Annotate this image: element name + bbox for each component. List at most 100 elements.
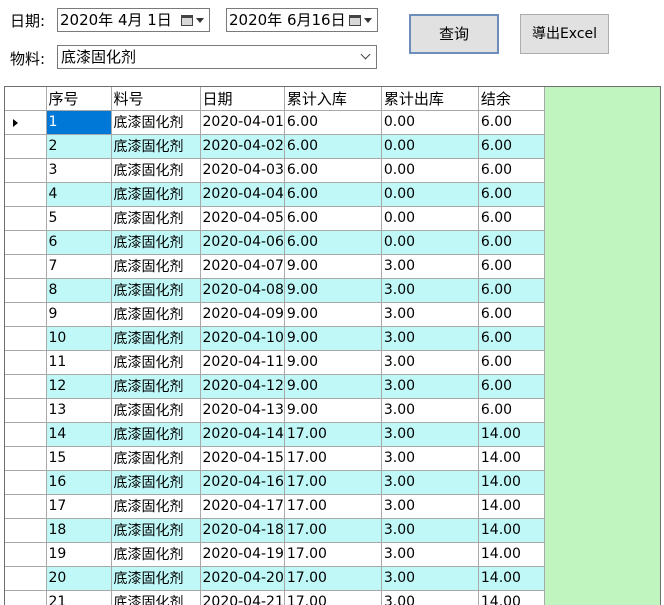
- table-cell[interactable]: 6.00: [478, 398, 545, 423]
- table-cell[interactable]: 9.00: [284, 374, 382, 399]
- query-button[interactable]: 查询: [409, 14, 499, 54]
- export-excel-button[interactable]: 導出Excel: [520, 14, 609, 54]
- table-cell[interactable]: 底漆固化剂: [111, 422, 201, 447]
- table-cell[interactable]: 2020-04-18: [200, 518, 285, 543]
- row-header[interactable]: [5, 446, 47, 471]
- column-header[interactable]: 料号: [111, 87, 201, 111]
- row-header[interactable]: [5, 110, 47, 135]
- calendar-icon[interactable]: [181, 15, 193, 26]
- table-cell[interactable]: 17: [46, 494, 112, 519]
- table-cell[interactable]: 底漆固化剂: [111, 110, 201, 135]
- table-cell[interactable]: 3.00: [381, 254, 479, 279]
- table-cell[interactable]: 底漆固化剂: [111, 182, 201, 207]
- table-cell[interactable]: 3.00: [381, 422, 479, 447]
- table-cell[interactable]: 3.00: [381, 446, 479, 471]
- table-cell[interactable]: 底漆固化剂: [111, 302, 201, 327]
- table-cell[interactable]: 17.00: [284, 446, 382, 471]
- table-cell[interactable]: 6.00: [478, 134, 545, 159]
- table-row[interactable]: 21 底漆固化剂 2020-04-21 17.00 3.00 14.00: [5, 590, 545, 605]
- table-cell[interactable]: 底漆固化剂: [111, 446, 201, 471]
- table-cell[interactable]: 底漆固化剂: [111, 278, 201, 303]
- table-cell[interactable]: 13: [46, 398, 112, 423]
- table-cell[interactable]: 3.00: [381, 374, 479, 399]
- table-cell[interactable]: 17.00: [284, 470, 382, 495]
- table-cell[interactable]: 底漆固化剂: [111, 518, 201, 543]
- table-cell[interactable]: 底漆固化剂: [111, 326, 201, 351]
- column-header[interactable]: 日期: [200, 87, 285, 111]
- table-cell[interactable]: 14.00: [478, 590, 545, 605]
- table-cell[interactable]: 2020-04-21: [200, 590, 285, 605]
- table-cell[interactable]: 2020-04-15: [200, 446, 285, 471]
- table-cell[interactable]: 6.00: [478, 182, 545, 207]
- row-header[interactable]: [5, 134, 47, 159]
- table-cell[interactable]: 2020-04-16: [200, 470, 285, 495]
- table-cell[interactable]: 底漆固化剂: [111, 398, 201, 423]
- table-cell[interactable]: 2020-04-17: [200, 494, 285, 519]
- table-row[interactable]: 7 底漆固化剂 2020-04-07 9.00 3.00 6.00: [5, 254, 545, 279]
- table-cell[interactable]: 15: [46, 446, 112, 471]
- table-cell[interactable]: 底漆固化剂: [111, 230, 201, 255]
- table-cell[interactable]: 14: [46, 422, 112, 447]
- row-header[interactable]: [5, 566, 47, 591]
- row-header[interactable]: [5, 518, 47, 543]
- column-header[interactable]: 结余: [478, 87, 545, 111]
- table-cell[interactable]: 底漆固化剂: [111, 254, 201, 279]
- row-header[interactable]: [5, 326, 47, 351]
- table-cell[interactable]: 11: [46, 350, 112, 375]
- table-cell[interactable]: 6: [46, 230, 112, 255]
- table-row[interactable]: 10 底漆固化剂 2020-04-10 9.00 3.00 6.00: [5, 326, 545, 351]
- table-cell[interactable]: 17.00: [284, 566, 382, 591]
- table-cell[interactable]: 14.00: [478, 518, 545, 543]
- table-cell[interactable]: 3.00: [381, 542, 479, 567]
- table-cell[interactable]: 0.00: [381, 182, 479, 207]
- material-select[interactable]: 底漆固化剂: [57, 45, 377, 69]
- table-cell[interactable]: 2020-04-03: [200, 158, 285, 183]
- table-row[interactable]: 15 底漆固化剂 2020-04-15 17.00 3.00 14.00: [5, 446, 545, 471]
- table-cell[interactable]: 0.00: [381, 206, 479, 231]
- table-cell[interactable]: 0.00: [381, 134, 479, 159]
- table-cell[interactable]: 14.00: [478, 446, 545, 471]
- table-cell[interactable]: 6.00: [284, 206, 382, 231]
- table-cell[interactable]: 9.00: [284, 254, 382, 279]
- row-header[interactable]: [5, 182, 47, 207]
- end-date-picker[interactable]: 2020年 6月16日: [226, 8, 378, 32]
- table-row[interactable]: 12 底漆固化剂 2020-04-12 9.00 3.00 6.00: [5, 374, 545, 399]
- table-cell[interactable]: 17.00: [284, 542, 382, 567]
- table-cell[interactable]: 3.00: [381, 566, 479, 591]
- table-row[interactable]: 20 底漆固化剂 2020-04-20 17.00 3.00 14.00: [5, 566, 545, 591]
- table-cell[interactable]: 6.00: [478, 206, 545, 231]
- table-cell[interactable]: 6.00: [284, 134, 382, 159]
- row-header[interactable]: [5, 470, 47, 495]
- table-cell[interactable]: 14.00: [478, 470, 545, 495]
- table-cell[interactable]: 2020-04-01: [200, 110, 285, 135]
- table-cell[interactable]: 底漆固化剂: [111, 374, 201, 399]
- table-cell[interactable]: 3.00: [381, 494, 479, 519]
- table-cell[interactable]: 底漆固化剂: [111, 350, 201, 375]
- table-cell[interactable]: 2020-04-14: [200, 422, 285, 447]
- table-row[interactable]: 3 底漆固化剂 2020-04-03 6.00 0.00 6.00: [5, 158, 545, 183]
- table-row[interactable]: 6 底漆固化剂 2020-04-06 6.00 0.00 6.00: [5, 230, 545, 255]
- table-cell[interactable]: 2020-04-20: [200, 566, 285, 591]
- chevron-down-icon[interactable]: [364, 18, 372, 23]
- table-cell[interactable]: 10: [46, 326, 112, 351]
- table-cell[interactable]: 20: [46, 566, 112, 591]
- row-header[interactable]: [5, 230, 47, 255]
- table-cell[interactable]: 2020-04-13: [200, 398, 285, 423]
- table-cell[interactable]: 3.00: [381, 590, 479, 605]
- table-cell[interactable]: 2020-04-08: [200, 278, 285, 303]
- table-cell[interactable]: 2020-04-02: [200, 134, 285, 159]
- table-cell[interactable]: 12: [46, 374, 112, 399]
- table-cell[interactable]: 底漆固化剂: [111, 566, 201, 591]
- table-cell[interactable]: 6.00: [478, 110, 545, 135]
- table-cell[interactable]: 3: [46, 158, 112, 183]
- table-cell[interactable]: 2020-04-11: [200, 350, 285, 375]
- table-cell[interactable]: 14.00: [478, 422, 545, 447]
- table-cell[interactable]: 3.00: [381, 302, 479, 327]
- table-row[interactable]: 18 底漆固化剂 2020-04-18 17.00 3.00 14.00: [5, 518, 545, 543]
- table-cell[interactable]: 6.00: [478, 230, 545, 255]
- table-row[interactable]: 19 底漆固化剂 2020-04-19 17.00 3.00 14.00: [5, 542, 545, 567]
- table-cell[interactable]: 9.00: [284, 326, 382, 351]
- column-header[interactable]: 序号: [46, 87, 112, 111]
- table-row[interactable]: 5 底漆固化剂 2020-04-05 6.00 0.00 6.00: [5, 206, 545, 231]
- table-cell[interactable]: 6.00: [478, 278, 545, 303]
